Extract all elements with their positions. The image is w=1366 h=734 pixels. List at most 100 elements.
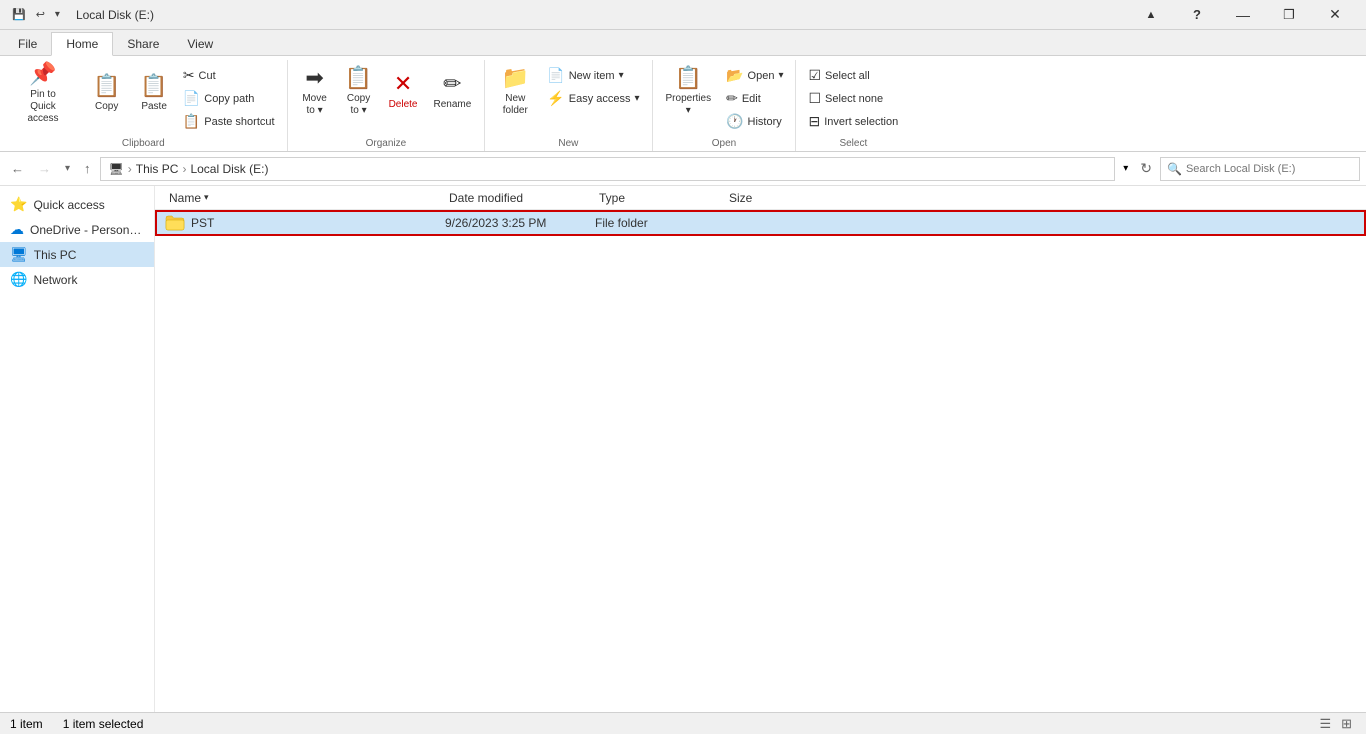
item-count: 1 item — [10, 717, 43, 731]
select-all-button[interactable]: ☑ Select all — [802, 64, 904, 87]
address-path[interactable]: 🖥 › This PC › Local Disk (E:) — [100, 157, 1116, 181]
col-header-size[interactable]: Size — [725, 191, 805, 205]
sidebar-item-onedrive[interactable]: ☁ OneDrive - Persona... — [0, 217, 154, 242]
ribbon-group-organize: ➡ Moveto ▾ 📋 Copyto ▾ ✕ Delete ✏ Rename … — [288, 60, 486, 151]
ribbon-collapse-btn[interactable]: ▲ — [1128, 0, 1174, 30]
new-item-icon: 📄 — [547, 67, 564, 84]
select-none-button[interactable]: ☐ Select none — [802, 87, 904, 110]
delete-button[interactable]: ✕ Delete — [382, 60, 425, 122]
file-list: Name ▾ Date modified Type Size PST — [155, 186, 1366, 712]
title-text: Local Disk (E:) — [76, 8, 154, 22]
paste-button[interactable]: 📋 Paste — [133, 62, 174, 124]
open-items: 📋 Properties▾ 📂 Open ▾ ✏ Edit 🕐 History — [659, 60, 790, 135]
quick-access-icon: ⭐ — [10, 196, 27, 213]
easy-access-button[interactable]: ⚡ Easy access ▾ — [541, 87, 645, 110]
paste-shortcut-icon: 📋 — [183, 113, 200, 130]
network-icon: 🌐 — [10, 271, 27, 288]
rename-button[interactable]: ✏ Rename — [426, 60, 478, 122]
cut-button[interactable]: ✂ Cut — [177, 64, 281, 87]
search-input[interactable] — [1186, 163, 1353, 175]
window-controls: ▲ ? — ❐ ✕ — [1128, 0, 1358, 30]
new-folder-button[interactable]: 📁 Newfolder — [491, 60, 539, 122]
tab-view[interactable]: View — [173, 33, 227, 55]
list-view-button[interactable]: ☰ — [1315, 714, 1335, 734]
invert-selection-button[interactable]: ⊟ Invert selection — [802, 110, 904, 133]
paste-shortcut-button[interactable]: 📋 Paste shortcut — [177, 110, 281, 133]
sidebar-item-label: OneDrive - Persona... — [30, 223, 144, 237]
open-label: Open — [712, 135, 736, 151]
new-folder-icon: 📁 — [502, 65, 529, 91]
minimize-button[interactable]: — — [1220, 0, 1266, 30]
copy-button[interactable]: 📋 Copy — [86, 62, 127, 124]
selected-count: 1 item selected — [63, 717, 144, 731]
search-icon: 🔍 — [1167, 162, 1182, 176]
copy-path-button[interactable]: 📄 Copy path — [177, 87, 281, 110]
cut-icon: ✂ — [183, 67, 195, 84]
copy-path-icon: 📄 — [183, 90, 200, 107]
up-button[interactable]: ↑ — [79, 157, 96, 180]
onedrive-icon: ☁ — [10, 221, 24, 238]
view-toggle: ☰ ⊞ — [1315, 714, 1356, 734]
status-info: 1 item 1 item selected — [10, 717, 143, 731]
pin-to-quick-access-button[interactable]: 📌 Pin to Quick access — [10, 62, 76, 124]
tab-file[interactable]: File — [4, 33, 51, 55]
qs-dropdown-btn[interactable]: ▾ — [51, 7, 64, 22]
forward-button[interactable]: → — [33, 157, 56, 180]
path-local-disk[interactable]: Local Disk (E:) — [190, 162, 268, 176]
ribbon-group-select: ☑ Select all ☐ Select none ⊟ Invert sele… — [796, 60, 910, 151]
sidebar: ⭐ Quick access ☁ OneDrive - Persona... 🖥… — [0, 186, 155, 712]
search-box[interactable]: 🔍 — [1160, 157, 1360, 181]
file-list-header: Name ▾ Date modified Type Size — [155, 186, 1366, 210]
open-button[interactable]: 📂 Open ▾ — [720, 64, 789, 87]
new-item-button[interactable]: 📄 New item ▾ — [541, 64, 645, 87]
sort-arrow: ▾ — [204, 192, 209, 203]
edit-button[interactable]: ✏ Edit — [720, 87, 789, 110]
organize-items: ➡ Moveto ▾ 📋 Copyto ▾ ✕ Delete ✏ Rename — [294, 60, 479, 135]
recent-locations-button[interactable]: ▾ — [60, 159, 75, 178]
path-sep-2: › — [182, 162, 186, 176]
move-to-button[interactable]: ➡ Moveto ▾ — [294, 60, 336, 122]
col-header-type[interactable]: Type — [595, 191, 725, 205]
history-button[interactable]: 🕐 History — [720, 110, 789, 133]
history-icon: 🕐 — [726, 113, 743, 130]
open-small-btns: 📂 Open ▾ ✏ Edit 🕐 History — [720, 60, 789, 135]
ribbon: 📌 Pin to Quick access 📋 Copy 📋 Paste — [0, 56, 1366, 152]
copy-icon: 📋 — [93, 73, 120, 99]
pin-icon: 📌 — [29, 61, 56, 87]
invert-selection-icon: ⊟ — [808, 113, 820, 130]
path-this-pc[interactable]: This PC — [136, 162, 179, 176]
sidebar-item-label: Network — [33, 273, 77, 287]
close-button[interactable]: ✕ — [1312, 0, 1358, 30]
tab-share[interactable]: Share — [113, 33, 173, 55]
sidebar-item-quick-access[interactable]: ⭐ Quick access — [0, 192, 154, 217]
tab-home[interactable]: Home — [51, 32, 113, 56]
undo-btn[interactable]: ↩ — [32, 6, 49, 23]
col-header-date[interactable]: Date modified — [445, 191, 595, 205]
path-dropdown-btn[interactable]: ▾ — [1119, 161, 1132, 176]
sidebar-item-label: Quick access — [33, 198, 104, 212]
ribbon-tabs: File Home Share View — [0, 30, 1366, 56]
file-name-cell: PST — [165, 215, 445, 231]
clipboard-items: 📌 Pin to Quick access 📋 Copy 📋 Paste — [6, 60, 281, 135]
save-btn[interactable]: 💾 — [8, 6, 30, 23]
table-row[interactable]: PST 9/26/2023 3:25 PM File folder — [155, 210, 1366, 236]
select-small-btns: ☑ Select all ☐ Select none ⊟ Invert sele… — [802, 60, 904, 135]
select-label: Select — [839, 135, 867, 151]
edit-icon: ✏ — [726, 90, 738, 107]
maximize-button[interactable]: ❐ — [1266, 0, 1312, 30]
sidebar-item-network[interactable]: 🌐 Network — [0, 267, 154, 292]
properties-button[interactable]: 📋 Properties▾ — [659, 60, 719, 122]
copy-to-button[interactable]: 📋 Copyto ▾ — [338, 60, 380, 122]
details-view-button[interactable]: ⊞ — [1337, 714, 1356, 734]
back-button[interactable]: ← — [6, 157, 29, 180]
this-pc-icon: 🖥 — [10, 246, 28, 263]
address-bar: ← → ▾ ↑ 🖥 › This PC › Local Disk (E:) ▾ … — [0, 152, 1366, 186]
col-header-name[interactable]: Name ▾ — [165, 191, 445, 205]
easy-access-icon: ⚡ — [547, 90, 564, 107]
sidebar-item-this-pc[interactable]: 🖥 This PC — [0, 242, 154, 267]
help-button[interactable]: ? — [1174, 0, 1220, 30]
new-small-btns: 📄 New item ▾ ⚡ Easy access ▾ — [541, 60, 645, 112]
paste-col: 📋 Paste — [133, 60, 174, 126]
path-icon: 🖥 — [109, 162, 124, 176]
refresh-button[interactable]: ↻ — [1136, 156, 1156, 181]
